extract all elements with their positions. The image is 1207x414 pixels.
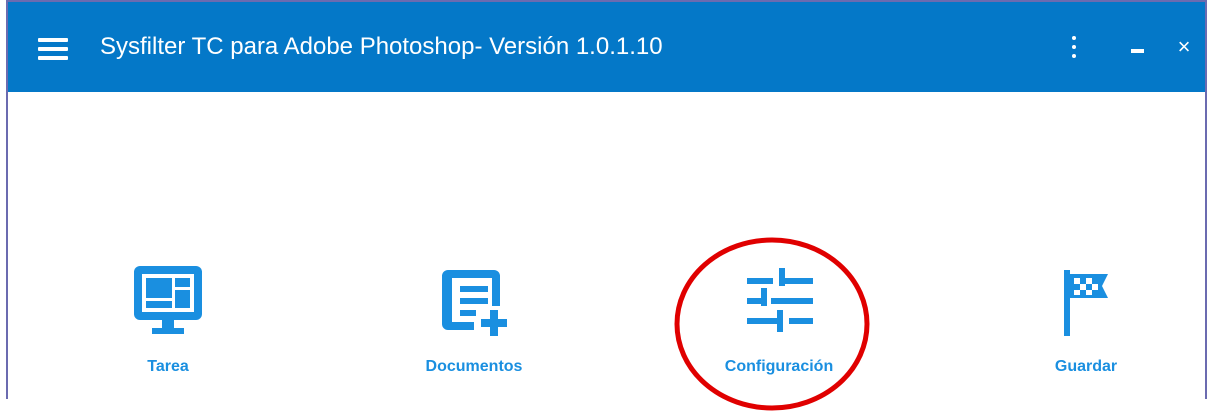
hamburger-icon-line: [38, 47, 68, 51]
more-options-button[interactable]: [1067, 36, 1081, 60]
kebab-icon: [1072, 36, 1076, 40]
hamburger-icon: [38, 38, 68, 42]
close-button[interactable]: ×: [1173, 34, 1195, 60]
tool-label-guardar: Guardar: [1054, 358, 1118, 375]
checkered-flag-icon: [1064, 270, 1108, 336]
document-add-icon: [442, 270, 507, 336]
app-window: Sysfilter TC para Adobe Photoshop- Versi…: [6, 0, 1207, 399]
kebab-icon-dot: [1072, 45, 1076, 49]
window-title: Sysfilter TC para Adobe Photoshop- Versi…: [100, 33, 663, 60]
tool-label-documentos: Documentos: [425, 358, 523, 375]
sliders-icon: [747, 268, 813, 332]
monitor-icon: [134, 266, 202, 334]
tool-tarea[interactable]: Tarea: [58, 264, 278, 384]
hamburger-icon-line: [38, 56, 68, 60]
minimize-icon: [1131, 49, 1144, 53]
title-bar: Sysfilter TC para Adobe Photoshop- Versi…: [8, 2, 1205, 92]
menu-button[interactable]: [38, 38, 68, 60]
kebab-icon-dot: [1072, 54, 1076, 58]
tool-documentos[interactable]: Documentos: [364, 264, 584, 384]
tool-guardar[interactable]: Guardar: [976, 264, 1196, 384]
tool-configuracion[interactable]: Configuración: [669, 264, 889, 384]
minimize-button[interactable]: [1130, 38, 1150, 58]
tool-label-configuracion: Configuración: [724, 358, 834, 375]
tool-label-tarea: Tarea: [147, 358, 189, 375]
